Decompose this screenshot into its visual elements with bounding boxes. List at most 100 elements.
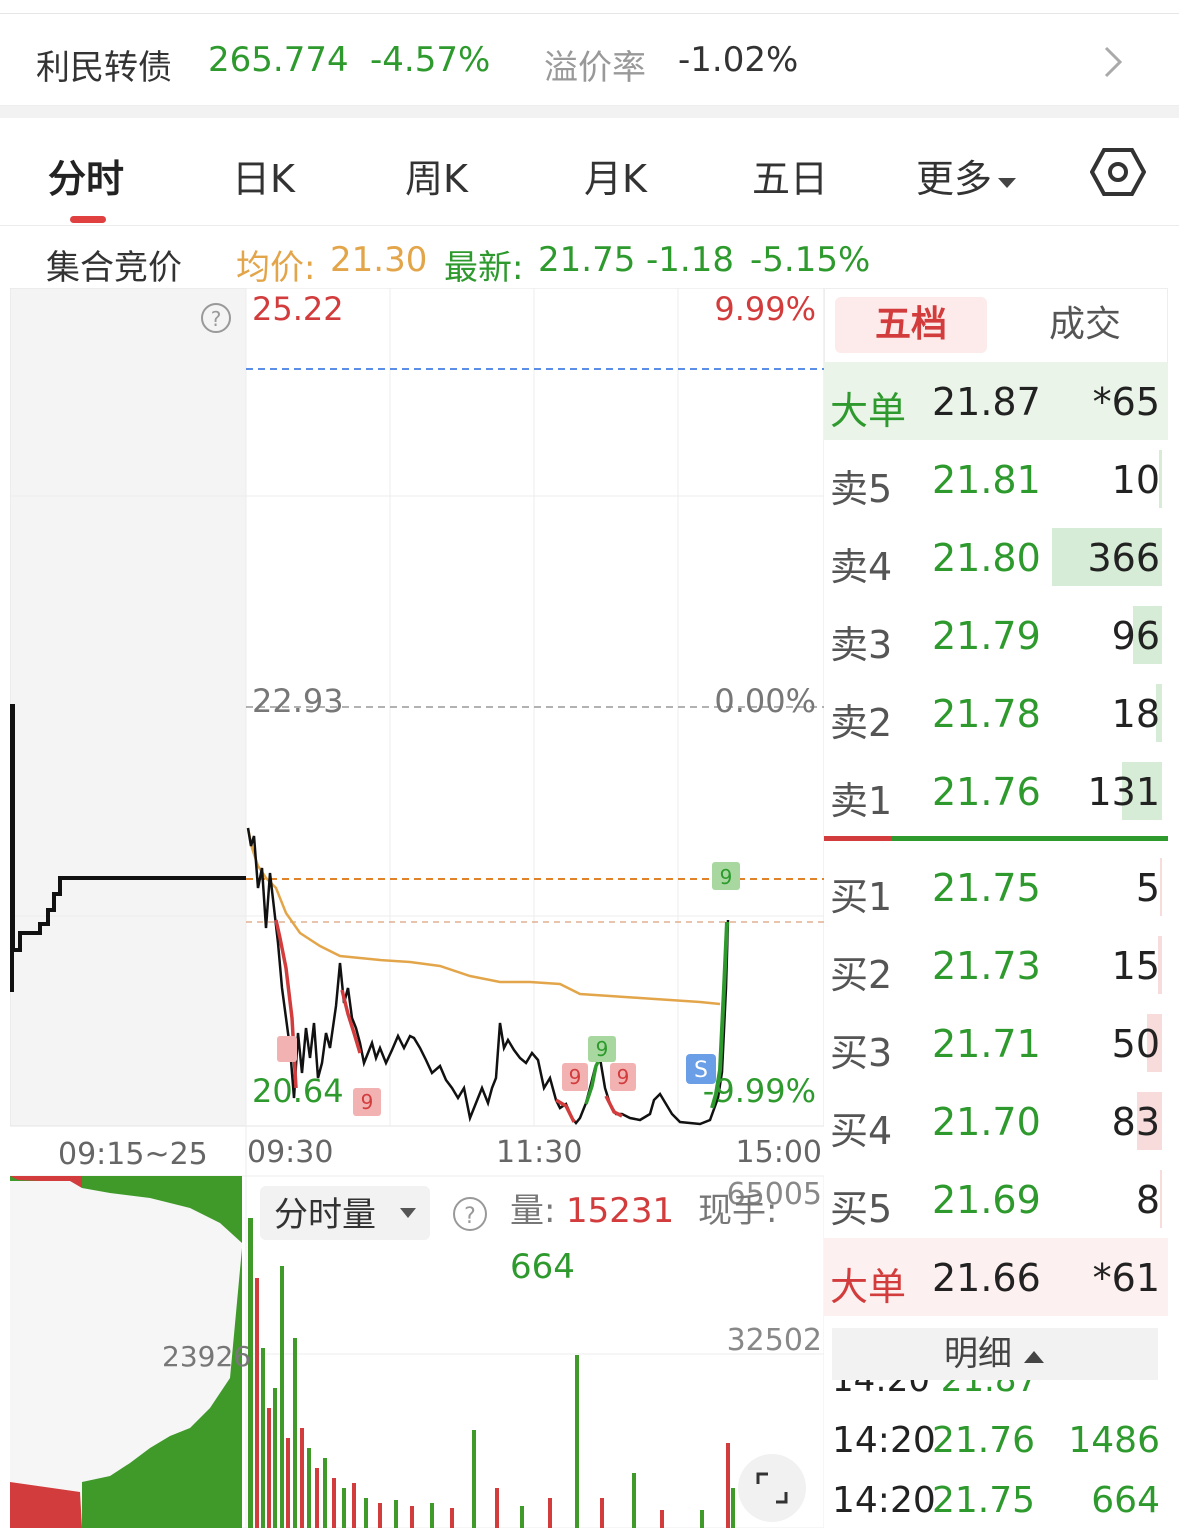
tab-more[interactable]: 更多 bbox=[916, 148, 1018, 203]
section-divider bbox=[0, 106, 1179, 118]
ask-vol: 10 bbox=[1111, 458, 1160, 502]
change-value: -1.18 bbox=[646, 240, 734, 280]
signal-label: 9 bbox=[617, 1065, 630, 1089]
ask-price: 21.79 bbox=[932, 614, 1041, 658]
svg-text:?: ? bbox=[464, 1204, 476, 1229]
bid-price: 21.75 bbox=[932, 866, 1041, 910]
vol-mid-label: 32502 bbox=[727, 1323, 822, 1358]
vol-value: 15231 bbox=[566, 1191, 674, 1231]
ask-vol: 18 bbox=[1111, 692, 1160, 736]
ask-label: 卖1 bbox=[830, 779, 893, 823]
vol-help-icon[interactable]: ? bbox=[453, 1197, 487, 1231]
bid-volume-bar bbox=[1160, 858, 1162, 916]
tab-daily-k[interactable]: 日K bbox=[232, 148, 295, 203]
ask-label: 卖4 bbox=[830, 545, 893, 589]
last-label: 最新: bbox=[444, 248, 524, 288]
tab-weekly-k[interactable]: 周K bbox=[405, 148, 468, 203]
bid-row[interactable]: 买4 21.70 83 bbox=[824, 1082, 1168, 1160]
trade-time: 14:20 bbox=[832, 1480, 936, 1521]
time-open-label: 09:30 bbox=[247, 1135, 333, 1170]
tab-trades[interactable]: 成交 bbox=[1015, 297, 1155, 353]
quote-info-bar: 集合竞价 均价: 21.30 最新: 21.75 -1.18 -5.15% bbox=[0, 226, 870, 288]
bid-row[interactable]: 买1 21.75 5 bbox=[824, 848, 1168, 926]
tab-intraday[interactable]: 分时 bbox=[48, 148, 124, 203]
bond-price: 265.774 bbox=[208, 40, 349, 80]
bid-ask-ratio-red bbox=[824, 836, 892, 841]
premium-label: 溢价率 bbox=[544, 48, 646, 88]
time-auction-label: 09:15~25 bbox=[58, 1137, 208, 1172]
price-line-up-segment bbox=[584, 1057, 602, 1105]
ask-row[interactable]: 卖4 21.80 366 bbox=[824, 518, 1168, 596]
ask-row[interactable]: 卖5 21.81 10 bbox=[824, 440, 1168, 518]
time-close-label: 15:00 bbox=[736, 1135, 822, 1170]
bid-price: 21.70 bbox=[932, 1100, 1041, 1144]
status-strip bbox=[0, 0, 1179, 14]
trade-vol: 664 bbox=[1091, 1480, 1160, 1521]
big-ask-vol: *65 bbox=[1092, 380, 1160, 424]
ask-vol: 366 bbox=[1087, 536, 1160, 580]
signal-label: 9 bbox=[569, 1065, 582, 1089]
bid-vol: 5 bbox=[1135, 866, 1160, 910]
bond-change: -4.57% bbox=[370, 40, 491, 80]
bid-vol: 15 bbox=[1111, 944, 1160, 988]
ask-price: 21.80 bbox=[932, 536, 1041, 580]
avg-value: 21.30 bbox=[330, 240, 428, 280]
bid-volume-bar bbox=[1160, 1170, 1162, 1228]
svg-text:?: ? bbox=[211, 307, 222, 331]
ask-row[interactable]: 卖3 21.79 96 bbox=[824, 596, 1168, 674]
trade-vol: 1486 bbox=[1068, 1420, 1160, 1461]
tab-monthly-k[interactable]: 月K bbox=[584, 148, 647, 203]
big-ask-label: 大单 bbox=[830, 389, 907, 433]
bid-row[interactable]: 买5 21.69 8 bbox=[824, 1160, 1168, 1238]
trade-price: 21.76 bbox=[932, 1420, 1036, 1461]
vol-indicator-label: 分时量 bbox=[274, 1195, 376, 1235]
tab-five-day[interactable]: 五日 bbox=[752, 148, 828, 203]
tab-five-level[interactable]: 五档 bbox=[835, 297, 987, 353]
trade-price: 21.75 bbox=[932, 1480, 1036, 1521]
ask-vol: 131 bbox=[1087, 770, 1160, 814]
detail-toggle[interactable]: 明细 bbox=[832, 1328, 1158, 1380]
price-line-down-segment bbox=[604, 1095, 623, 1118]
volume-bars bbox=[248, 1218, 735, 1528]
bid-label: 买1 bbox=[830, 875, 893, 919]
settings-hexagon-icon[interactable] bbox=[1090, 146, 1146, 198]
price-high-label: 25.22 bbox=[252, 290, 344, 328]
hand-value: 664 bbox=[510, 1247, 575, 1287]
bid-label: 买4 bbox=[830, 1109, 893, 1153]
active-tab-indicator bbox=[70, 216, 106, 223]
bid-label: 买5 bbox=[830, 1187, 893, 1231]
change-pct: -5.15% bbox=[750, 240, 871, 280]
price-low-label: 20.64 bbox=[252, 1072, 344, 1110]
fullscreen-button[interactable] bbox=[738, 1454, 806, 1522]
signal-label: 9 bbox=[720, 865, 733, 889]
bid-row[interactable]: 买2 21.73 15 bbox=[824, 926, 1168, 1004]
bid-label: 买2 bbox=[830, 953, 893, 997]
time-mid-label: 11:30 bbox=[496, 1135, 582, 1170]
bid-vol: 50 bbox=[1111, 1022, 1160, 1066]
bid-price: 21.71 bbox=[932, 1022, 1041, 1066]
big-ask-row[interactable]: 大单 21.87 *65 bbox=[824, 362, 1168, 440]
ask-row[interactable]: 卖2 21.78 18 bbox=[824, 674, 1168, 752]
ask-row[interactable]: 卖1 21.76 131 bbox=[824, 752, 1168, 830]
convertible-bond-bar[interactable]: 利民转债 265.774 -4.57% 溢价率 -1.02% bbox=[0, 14, 1179, 106]
order-book-panel: 五档 成交 大单 21.87 *65 卖5 21.81 10 卖4 21.80 366 卖3… bbox=[824, 288, 1168, 1528]
ask-label: 卖5 bbox=[830, 467, 893, 511]
price-mid-label: 22.93 bbox=[252, 682, 344, 720]
signal-label: 9 bbox=[596, 1037, 609, 1061]
last-value: 21.75 bbox=[538, 240, 636, 280]
sell-signal-marker bbox=[277, 1036, 297, 1062]
big-bid-vol: *61 bbox=[1092, 1256, 1160, 1300]
chevron-right-icon[interactable] bbox=[1100, 44, 1124, 80]
bid-row[interactable]: 买3 21.71 50 bbox=[824, 1004, 1168, 1082]
ask-vol: 96 bbox=[1111, 614, 1160, 658]
big-bid-row[interactable]: 大单 21.66 *61 bbox=[824, 1238, 1168, 1316]
vol-field-label: 量: bbox=[510, 1191, 555, 1231]
big-bid-label: 大单 bbox=[830, 1265, 907, 1309]
trade-row: 14:20 21.75 664 bbox=[824, 1472, 1168, 1532]
bid-label: 买3 bbox=[830, 1031, 893, 1075]
auction-label: 集合竞价 bbox=[46, 248, 182, 288]
bid-vol: 83 bbox=[1111, 1100, 1160, 1144]
ask-price: 21.81 bbox=[932, 458, 1041, 502]
intraday-chart[interactable]: 9 9 9 9 9 S 25.22 9.99% 22.93 0.00% 20.6… bbox=[10, 288, 824, 1528]
big-bid-price: 21.66 bbox=[932, 1256, 1041, 1300]
